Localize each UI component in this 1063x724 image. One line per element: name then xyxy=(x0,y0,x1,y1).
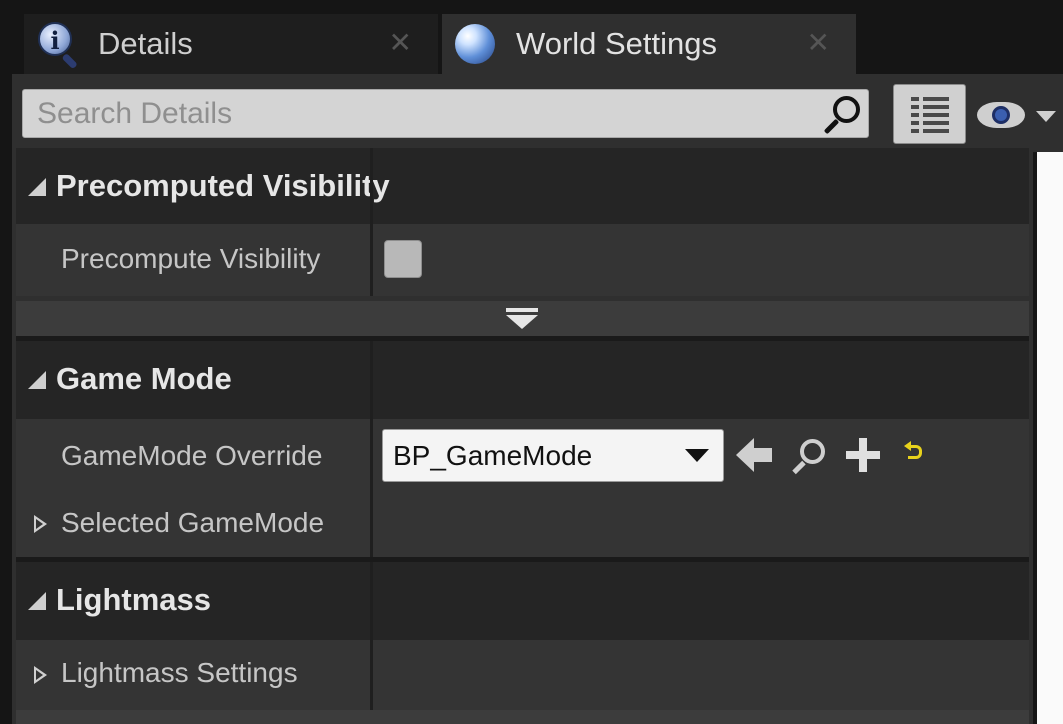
close-icon[interactable]: ✕ xyxy=(807,28,830,58)
property-row-selected-gamemode[interactable]: Selected GameMode xyxy=(16,491,1029,557)
search-row xyxy=(12,74,1063,150)
category-title: Game Mode xyxy=(56,361,232,396)
column-divider[interactable] xyxy=(370,148,373,224)
column-divider[interactable] xyxy=(370,491,373,557)
collapse-arrow-icon xyxy=(28,178,46,196)
tab-strip: i Details ✕ World Settings ✕ xyxy=(0,0,1063,74)
use-selected-arrow-icon[interactable] xyxy=(736,438,772,472)
add-new-plus-icon[interactable] xyxy=(846,438,880,472)
search-input[interactable] xyxy=(23,90,818,137)
property-label: Lightmass Settings xyxy=(61,657,298,688)
chevron-down-icon xyxy=(1036,111,1056,122)
advanced-expander-bar[interactable] xyxy=(16,301,1029,336)
tab-details[interactable]: i Details ✕ xyxy=(24,14,438,74)
category-precomputed-visibility[interactable]: Precomputed Visibility xyxy=(16,148,1029,224)
visibility-filter-button[interactable] xyxy=(973,94,1063,134)
property-label: Selected GameMode xyxy=(61,507,325,538)
property-row-gamemode-override: GameMode Override BP_GameMode xyxy=(16,419,1029,491)
column-divider[interactable] xyxy=(370,341,373,419)
advanced-expander-bar[interactable] xyxy=(16,710,1029,724)
browse-search-icon[interactable] xyxy=(792,439,826,475)
column-divider[interactable] xyxy=(370,640,373,710)
expand-arrow-icon[interactable] xyxy=(34,515,47,533)
property-row-lightmass-settings[interactable]: Lightmass Settings xyxy=(16,640,1029,710)
dropdown-value: BP_GameMode xyxy=(393,439,593,471)
column-divider[interactable] xyxy=(370,562,373,640)
reset-to-default-icon[interactable] xyxy=(904,441,924,463)
expand-arrow-icon[interactable] xyxy=(34,666,47,684)
collapse-arrow-icon xyxy=(28,371,46,389)
property-row-precompute-visibility: Precompute Visibility xyxy=(16,224,1029,296)
tab-details-label: Details xyxy=(98,26,193,61)
scrollbar[interactable] xyxy=(1033,152,1063,724)
category-title: Precomputed Visibility xyxy=(56,168,390,203)
tab-world-settings-label: World Settings xyxy=(516,26,718,61)
eye-icon xyxy=(977,102,1025,128)
details-panel: Precomputed Visibility Precompute Visibi… xyxy=(12,74,1063,724)
chevron-down-icon xyxy=(685,449,709,462)
search-box xyxy=(22,89,869,138)
gamemode-override-dropdown[interactable]: BP_GameMode xyxy=(382,429,724,482)
collapse-arrow-icon xyxy=(28,592,46,610)
column-divider[interactable] xyxy=(370,224,373,296)
view-options-button[interactable] xyxy=(893,84,966,144)
property-label: Precompute Visibility xyxy=(61,243,321,274)
globe-icon xyxy=(454,22,498,66)
property-list: Precomputed Visibility Precompute Visibi… xyxy=(16,148,1029,724)
category-game-mode[interactable]: Game Mode xyxy=(16,341,1029,419)
category-title: Lightmass xyxy=(56,582,212,617)
precompute-visibility-checkbox[interactable] xyxy=(384,240,422,278)
info-magnifier-icon: i xyxy=(36,22,80,70)
expand-advanced-icon xyxy=(506,308,538,330)
tab-world-settings[interactable]: World Settings ✕ xyxy=(442,14,856,74)
property-label: GameMode Override xyxy=(61,440,323,471)
column-divider[interactable] xyxy=(370,419,373,491)
close-icon[interactable]: ✕ xyxy=(389,28,412,58)
search-icon[interactable] xyxy=(818,90,868,138)
category-lightmass[interactable]: Lightmass xyxy=(16,562,1029,640)
list-view-icon xyxy=(910,97,949,133)
